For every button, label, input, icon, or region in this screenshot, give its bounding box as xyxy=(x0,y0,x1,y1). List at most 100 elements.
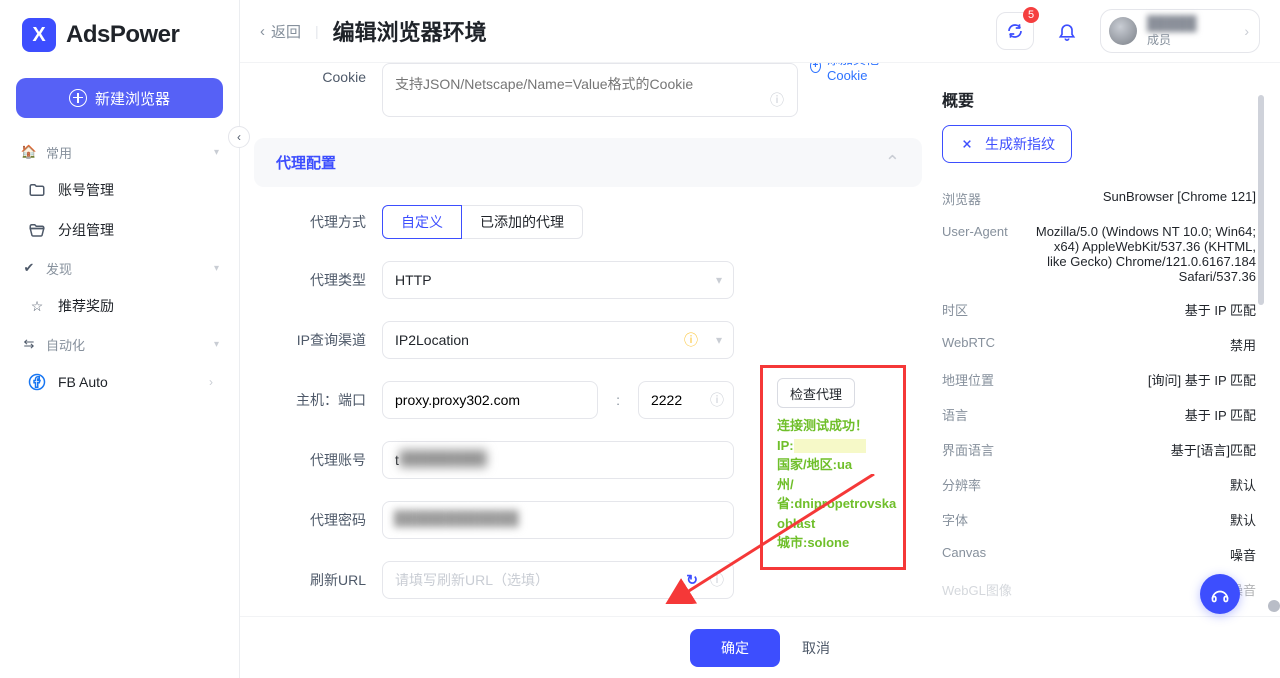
nav-account-mgmt[interactable]: 账号管理 xyxy=(10,170,229,210)
plus-icon: + xyxy=(810,63,821,73)
info-icon[interactable] xyxy=(710,570,724,590)
user-name: █████ xyxy=(1147,15,1197,31)
info-icon[interactable] xyxy=(770,90,784,110)
nav-recommend[interactable]: ☆ 推荐奖励 xyxy=(10,286,229,326)
proxy-check-result: 连接测试成功！ IP: 国家/地区:ua 州/省:dnipropetrovska… xyxy=(777,416,889,553)
page-title: 编辑浏览器环境 xyxy=(333,15,487,47)
kv-key: WebGL图像 xyxy=(942,580,1032,599)
kv-value: 噪音 xyxy=(1032,545,1256,564)
avatar xyxy=(1109,17,1137,45)
nav-section-automation[interactable]: ⇆ 自动化 ▾ xyxy=(10,326,229,362)
kv-key: Canvas xyxy=(942,545,1032,564)
footer: 确定 取消 xyxy=(240,616,1280,678)
nav-item-label: 推荐奖励 xyxy=(58,296,114,316)
proxy-host-input[interactable] xyxy=(382,381,598,419)
folder-open-icon xyxy=(28,221,46,239)
nav-section-label: 自动化 xyxy=(46,335,85,354)
chevron-left-icon: ‹ xyxy=(260,23,265,40)
kv-value: 基于[语言]匹配 xyxy=(1032,440,1256,459)
chevron-right-icon: › xyxy=(1244,23,1249,39)
proxy-pass-label: 代理密码 xyxy=(270,510,382,530)
help-fab[interactable] xyxy=(1200,574,1240,614)
refresh-url-input[interactable] xyxy=(382,561,734,599)
proxy-type-label: 代理类型 xyxy=(270,270,382,290)
logo-mark: X xyxy=(22,18,56,52)
nav-group-mgmt[interactable]: 分组管理 xyxy=(10,210,229,250)
kv-key: 语言 xyxy=(942,405,1032,424)
host-port-label: 主机：端口 xyxy=(270,381,382,410)
kv-value: 禁用 xyxy=(1032,335,1256,354)
kv-value: 默认 xyxy=(1032,510,1256,529)
logo: X AdsPower xyxy=(0,0,239,70)
confirm-button[interactable]: 确定 xyxy=(690,629,780,667)
colon-separator: : xyxy=(598,392,638,408)
info-icon[interactable] xyxy=(710,390,724,410)
discover-icon: ✔ xyxy=(20,260,38,276)
add-cookie-label: 添加其他Cookie xyxy=(827,63,896,83)
kv-value: SunBrowser [Chrome 121] xyxy=(1032,189,1256,208)
fb-icon xyxy=(28,373,46,391)
proxy-method-added[interactable]: 已添加的代理 xyxy=(462,205,583,239)
kv-key: 浏览器 xyxy=(942,189,1032,208)
summary-title: 概要 xyxy=(942,87,1256,111)
form-area: Cookie + 添加其他Cookie 代理配置 ⌃ 代理 xyxy=(254,63,926,616)
star-icon: ☆ xyxy=(28,298,46,315)
chevron-down-icon: ▾ xyxy=(214,339,219,350)
kv-key: 时区 xyxy=(942,300,1032,319)
kv-key: 字体 xyxy=(942,510,1032,529)
kv-key: WebRTC xyxy=(942,335,1032,354)
kv-key: 界面语言 xyxy=(942,440,1032,459)
topbar: ‹ 返回 | 编辑浏览器环境 5 █████ 成员 xyxy=(240,0,1280,63)
scroll-knob[interactable] xyxy=(1268,600,1280,612)
refresh-icon[interactable] xyxy=(686,572,698,589)
sidebar: X AdsPower 新建浏览器 ‹ 🏠 常用 ▾ 账号管理 xyxy=(0,0,240,678)
kv-value: 默认 xyxy=(1032,475,1256,494)
proxy-method-label: 代理方式 xyxy=(270,212,382,232)
kv-key: User-Agent xyxy=(942,224,1032,284)
proxy-check-panel: 检查代理 连接测试成功！ IP: 国家/地区:ua 州/省:dnipropetr… xyxy=(760,365,906,570)
folder-icon xyxy=(28,181,46,199)
ip-channel-select[interactable] xyxy=(382,321,734,359)
proxy-type-select[interactable] xyxy=(382,261,734,299)
section-proxy-header[interactable]: 代理配置 ⌃ xyxy=(254,138,922,187)
nav-fb-auto[interactable]: FB Auto › xyxy=(10,362,229,402)
refresh-button[interactable]: 5 xyxy=(996,12,1034,50)
user-menu[interactable]: █████ 成员 › xyxy=(1100,9,1260,53)
kv-key: 地理位置 xyxy=(942,370,1032,389)
kv-value: 基于 IP 匹配 xyxy=(1032,300,1256,319)
new-browser-label: 新建浏览器 xyxy=(95,88,170,109)
logo-text: AdsPower xyxy=(66,21,179,49)
refresh-url-label: 刷新URL xyxy=(270,570,382,590)
add-other-cookie[interactable]: + 添加其他Cookie xyxy=(810,63,896,83)
kv-value: [询问] 基于 IP 匹配 xyxy=(1032,370,1256,389)
kv-value: Mozilla/5.0 (Windows NT 10.0; Win64; x64… xyxy=(1032,224,1256,284)
collapse-sidebar-toggle[interactable]: ‹ xyxy=(228,126,250,148)
chevron-up-icon: ⌃ xyxy=(885,152,900,173)
cookie-label: Cookie xyxy=(270,63,382,85)
nav-item-label: 分组管理 xyxy=(58,220,114,240)
chevron-down-icon: ▾ xyxy=(214,263,219,274)
nav-section-label: 常用 xyxy=(46,143,72,162)
new-browser-button[interactable]: 新建浏览器 xyxy=(16,78,223,118)
nav-section-common[interactable]: 🏠 常用 ▾ xyxy=(10,134,229,170)
nav-item-label: FB Auto xyxy=(58,374,108,390)
ip-channel-label: IP查询渠道 xyxy=(270,330,382,350)
proxy-user-label: 代理账号 xyxy=(270,450,382,470)
generate-fingerprint-button[interactable]: 生成新指纹 xyxy=(942,125,1072,163)
info-icon[interactable] xyxy=(684,330,698,350)
kv-key: 分辨率 xyxy=(942,475,1032,494)
back-label: 返回 xyxy=(271,21,301,42)
automation-icon: ⇆ xyxy=(20,336,38,352)
nav-section-label: 发现 xyxy=(46,259,72,278)
cancel-button[interactable]: 取消 xyxy=(802,638,830,658)
nav-section-discover[interactable]: ✔ 发现 ▾ xyxy=(10,250,229,286)
section-title: 代理配置 xyxy=(276,152,336,173)
notifications-button[interactable] xyxy=(1048,12,1086,50)
nav-item-label: 账号管理 xyxy=(58,180,114,200)
cookie-input[interactable] xyxy=(382,63,798,117)
check-proxy-button[interactable]: 检查代理 xyxy=(777,378,855,408)
back-button[interactable]: ‹ 返回 xyxy=(260,21,301,42)
gen-fp-label: 生成新指纹 xyxy=(985,134,1055,154)
notification-badge: 5 xyxy=(1023,7,1039,23)
proxy-method-custom[interactable]: 自定义 xyxy=(382,205,462,239)
